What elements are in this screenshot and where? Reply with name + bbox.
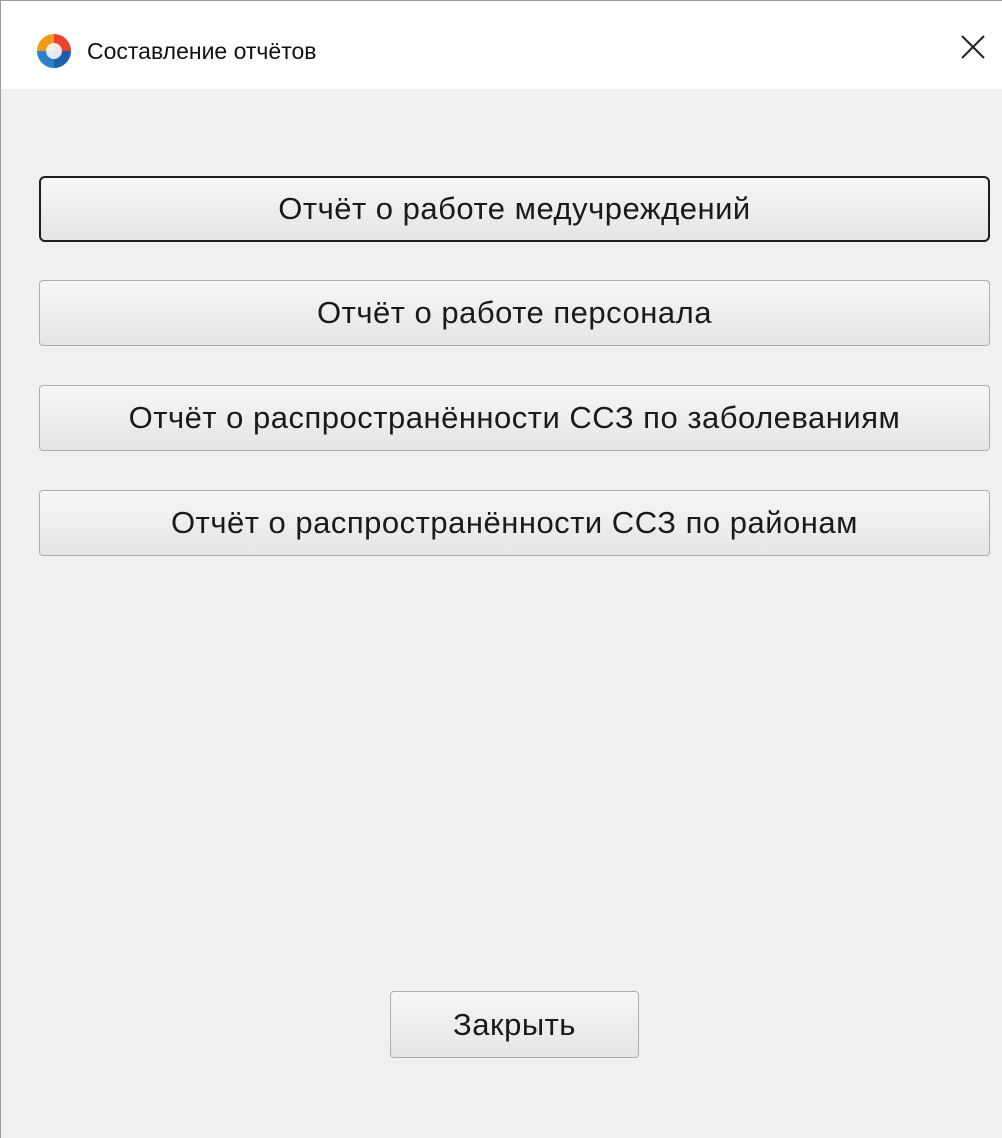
title-bar[interactable]: Составление отчётов <box>1 1 1002 89</box>
report-diseases-button[interactable]: Отчёт о распространённости ССЗ по заболе… <box>39 385 990 451</box>
window-close-button[interactable] <box>953 29 993 69</box>
close-button[interactable]: Закрыть <box>390 991 639 1058</box>
report-staff-button[interactable]: Отчёт о работе персонала <box>39 280 990 346</box>
report-facilities-button[interactable]: Отчёт о работе медучреждений <box>39 176 990 242</box>
report-dialog-window: Составление отчётов Отчёт о работе медуч… <box>0 0 1002 1138</box>
window-title: Составление отчётов <box>87 38 317 64</box>
app-logo-icon <box>35 32 73 70</box>
close-icon <box>959 33 987 66</box>
report-districts-button[interactable]: Отчёт о распространённости ССЗ по района… <box>39 490 990 556</box>
